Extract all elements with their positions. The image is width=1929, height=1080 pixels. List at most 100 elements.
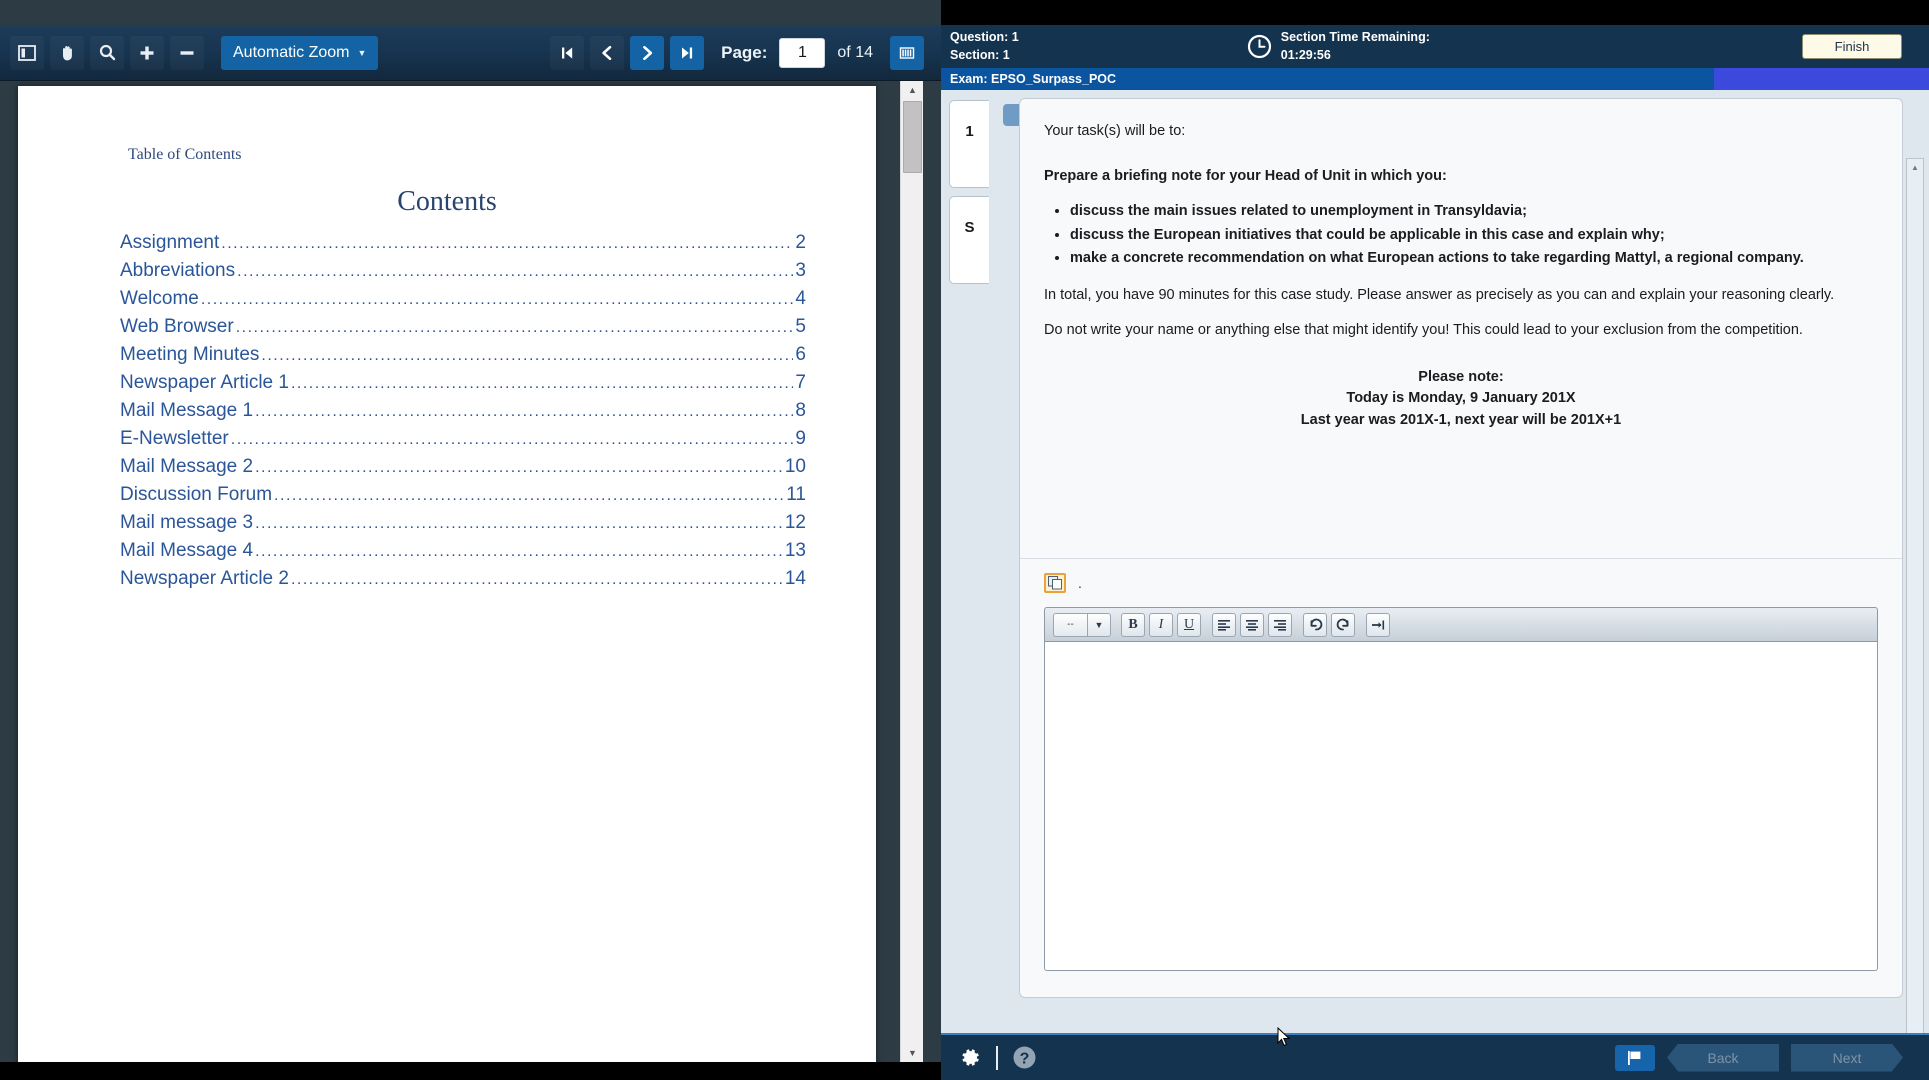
flag-icon[interactable] xyxy=(1615,1044,1655,1071)
toc-entry-label: Newspaper Article 1 xyxy=(120,372,289,393)
pdf-scrollbar[interactable]: ▲ ▼ xyxy=(900,81,923,1062)
back-button[interactable]: Back xyxy=(1667,1043,1779,1072)
note-line-2: Last year was 201X-1, next year will be … xyxy=(1300,411,1622,428)
toc-leader-dots: ........................................… xyxy=(255,403,793,420)
align-left-icon[interactable] xyxy=(1212,612,1236,637)
exam-scrollbar[interactable]: ▲ ▼ xyxy=(1906,158,1924,1080)
undo-icon[interactable] xyxy=(1303,612,1327,637)
toc-entry-label: Mail Message 4 xyxy=(120,540,254,561)
toc-entry[interactable]: Welcome.................................… xyxy=(88,288,806,310)
pdf-scrollbar-thumb[interactable] xyxy=(903,101,922,173)
scroll-up-icon[interactable]: ▲ xyxy=(1907,159,1923,175)
pdf-page: Table of Contents Contents Assignment...… xyxy=(18,86,876,1062)
exam-header: Question: 1 Section: 1 Section Time Rema… xyxy=(941,25,1929,68)
clock-icon xyxy=(1247,34,1272,59)
toc-entry-label: Mail message 3 xyxy=(120,512,254,533)
pdf-canvas-area[interactable]: Table of Contents Contents Assignment...… xyxy=(0,81,900,1062)
toc-leader-dots: ........................................… xyxy=(200,291,794,308)
toc-leader-dots: ........................................… xyxy=(290,375,793,392)
question-tab[interactable]: S xyxy=(949,196,989,284)
mouse-cursor xyxy=(1277,1027,1291,1047)
toc-entry-page: 10 xyxy=(784,456,806,477)
minus-icon[interactable] xyxy=(170,36,204,70)
question-number: Question: 1 xyxy=(950,29,1019,44)
zoom-level-value: Automatic Zoom xyxy=(233,43,350,61)
sidebar-toggle-icon[interactable] xyxy=(10,36,44,70)
help-icon[interactable]: ? xyxy=(1012,1045,1037,1070)
toc-entry[interactable]: Mail message 3..........................… xyxy=(88,512,806,534)
attachment-row: . xyxy=(1020,559,1902,593)
toc-entry-label: Abbreviations xyxy=(120,260,236,281)
document-title: Contents xyxy=(397,186,497,217)
toc-entry[interactable]: Discussion Forum........................… xyxy=(88,484,806,506)
plus-icon[interactable] xyxy=(130,36,164,70)
scroll-down-icon[interactable]: ▼ xyxy=(901,1044,924,1062)
italic-icon[interactable]: I xyxy=(1149,612,1173,637)
align-center-icon[interactable] xyxy=(1240,612,1264,637)
toc-entry[interactable]: Mail Message 2..........................… xyxy=(88,456,806,478)
section-number: Section: 1 xyxy=(950,47,1010,62)
indent-icon[interactable] xyxy=(1366,612,1390,637)
underline-icon[interactable]: U xyxy=(1177,612,1201,637)
finish-button[interactable]: Finish xyxy=(1802,34,1902,59)
question-tab[interactable]: 1 xyxy=(949,100,989,188)
question-lead: Your task(s) will be to: xyxy=(1044,123,1186,139)
chevron-right-icon[interactable] xyxy=(630,35,665,70)
editor-toolbar: -- ▼ B I U xyxy=(1044,607,1878,641)
gear-icon[interactable] xyxy=(957,1045,982,1070)
table-of-contents: Assignment..............................… xyxy=(88,232,806,590)
bold-icon[interactable]: B xyxy=(1121,612,1145,637)
toc-entry-page: 14 xyxy=(784,568,806,589)
toc-entry[interactable]: Newspaper Article 2.....................… xyxy=(88,568,806,590)
pdf-viewer-pane: Automatic Zoom ▼ Page: of 14 xyxy=(0,0,941,1062)
last-page-icon[interactable] xyxy=(670,35,705,70)
toc-leader-dots: ........................................… xyxy=(235,319,794,336)
toc-entry-label: Mail Message 2 xyxy=(120,456,254,477)
first-page-icon[interactable] xyxy=(550,36,584,70)
document-running-head: Table of Contents xyxy=(128,146,242,163)
question-tab-rail: 1S xyxy=(949,100,989,292)
toc-entry[interactable]: Newspaper Article 1.....................… xyxy=(88,372,806,394)
exam-footer: ? Back Next xyxy=(941,1033,1929,1080)
chevron-left-icon[interactable] xyxy=(590,36,624,70)
scroll-up-icon[interactable]: ▲ xyxy=(901,81,924,99)
toc-entry[interactable]: Assignment..............................… xyxy=(88,232,806,254)
toc-entry-page: 4 xyxy=(795,288,806,309)
footer-divider xyxy=(996,1045,998,1070)
attachment-caption: . xyxy=(1078,575,1082,591)
align-right-icon[interactable] xyxy=(1268,612,1292,637)
exam-subbar: Exam: EPSO_Surpass_POC xyxy=(941,68,1929,90)
toc-entry-page: 5 xyxy=(795,316,806,337)
search-icon[interactable] xyxy=(90,36,124,70)
answer-textarea[interactable] xyxy=(1044,641,1878,971)
hand-tool-icon[interactable] xyxy=(50,36,84,70)
thumbnails-icon[interactable] xyxy=(890,35,924,70)
toc-entry-page: 8 xyxy=(795,400,806,421)
toc-entry[interactable]: Mail Message 1..........................… xyxy=(88,400,806,422)
style-select-value: -- xyxy=(1053,612,1087,637)
question-note: Please note: Today is Monday, 9 January … xyxy=(1044,367,1878,431)
style-select[interactable]: -- ▼ xyxy=(1053,612,1111,637)
page-input[interactable] xyxy=(779,37,826,68)
toc-leader-dots: ........................................… xyxy=(255,515,783,532)
question-bullet: discuss the European initiatives that co… xyxy=(1070,225,1878,246)
toc-entry[interactable]: E-Newsletter............................… xyxy=(88,428,806,450)
toc-entry[interactable]: Abbreviations...........................… xyxy=(88,260,806,282)
page-total-label: of 14 xyxy=(837,43,873,61)
redo-icon[interactable] xyxy=(1331,612,1355,637)
toc-entry[interactable]: Meeting Minutes.........................… xyxy=(88,344,806,366)
next-button[interactable]: Next xyxy=(1791,1043,1903,1072)
toc-leader-dots: ........................................… xyxy=(274,487,785,504)
question-instruction: Prepare a briefing note for your Head of… xyxy=(1044,167,1447,184)
document-copy-icon[interactable] xyxy=(1044,573,1066,593)
toc-leader-dots: ........................................… xyxy=(221,235,793,252)
toc-entry[interactable]: Mail Message 4..........................… xyxy=(88,540,806,562)
zoom-level-select[interactable]: Automatic Zoom ▼ xyxy=(221,35,379,70)
answer-editor: -- ▼ B I U xyxy=(1020,593,1902,971)
toc-leader-dots: ........................................… xyxy=(230,431,794,448)
toc-entry[interactable]: Web Browser.............................… xyxy=(88,316,806,338)
question-stem: Your task(s) will be to: Prepare a brief… xyxy=(1020,99,1902,559)
toc-entry-page: 9 xyxy=(795,428,806,449)
chevron-down-icon[interactable]: ▼ xyxy=(1087,612,1111,637)
question-bullet: make a concrete recommendation on what E… xyxy=(1070,248,1878,269)
